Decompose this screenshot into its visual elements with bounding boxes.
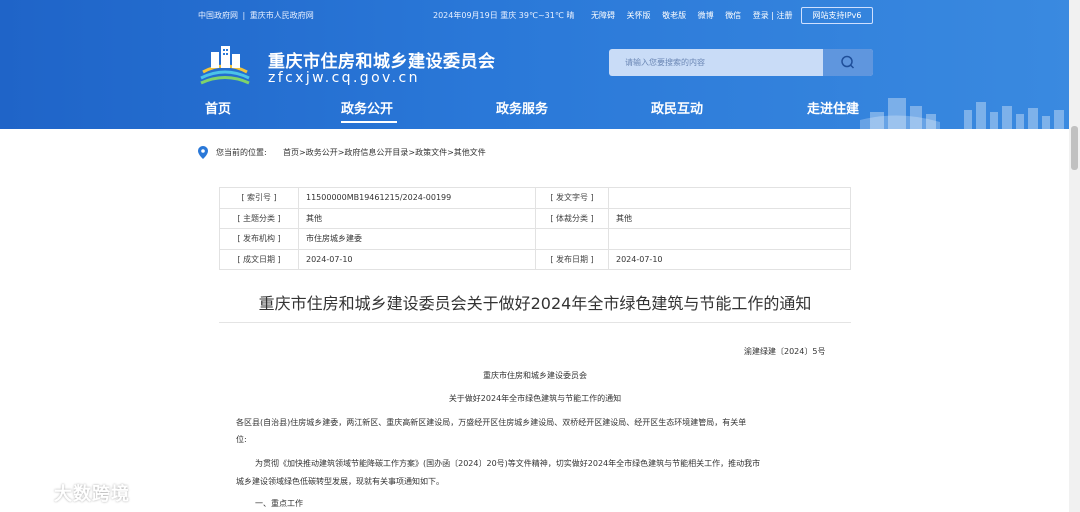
nav-item-home[interactable]: 首页	[205, 98, 231, 117]
meta-value: 11500000MB19461215/2024-00199	[298, 187, 536, 209]
article-title: 重庆市住房和城乡建设委员会关于做好2024年全市绿色建筑与节能工作的通知	[258, 294, 812, 313]
search-input[interactable]	[609, 49, 823, 76]
gov-link-chongqing[interactable]: 重庆市人民政府网	[250, 11, 314, 20]
city-skyline-decoration	[860, 98, 1064, 129]
gov-link-china[interactable]: 中国政府网	[198, 11, 238, 20]
breadcrumb-label: 您当前的位置:	[216, 148, 267, 157]
search-box	[609, 49, 873, 76]
scrollbar-thumb[interactable]	[1071, 126, 1078, 170]
article-subtitle: 关于做好2024年全市绿色建筑与节能工作的通知	[448, 394, 622, 403]
wechat-link[interactable]: 微信	[725, 11, 741, 20]
section-heading: 一、重点工作	[255, 499, 303, 508]
meta-key	[535, 228, 609, 250]
nav-item-gov-affairs-open[interactable]: 政务公开	[341, 98, 393, 117]
issuing-organization: 重庆市住房和城乡建设委员会	[483, 371, 587, 380]
nav-item-gov-services[interactable]: 政务服务	[496, 98, 548, 117]
table-row: [ 成文日期 ] 2024-07-10 [ 发布日期 ] 2024-07-10	[219, 248, 851, 270]
meta-key: [ 发布日期 ]	[535, 248, 609, 270]
addressee-line: 位:	[236, 435, 247, 444]
title-divider	[219, 322, 851, 323]
meta-value	[608, 187, 851, 209]
meta-value: 其他	[298, 207, 536, 229]
meta-value	[608, 228, 851, 250]
body-paragraph-line: 为贯彻《加快推动建筑领域节能降碳工作方案》(国办函〔2024〕20号)等文件精神…	[255, 459, 761, 468]
watermark-text: 大数跨境	[54, 484, 130, 505]
top-links: 无障碍 关怀版 敬老版 微博 微信 登录 | 注册	[591, 10, 802, 21]
meta-value: 市住房城乡建委	[298, 228, 536, 250]
site-title[interactable]: 重庆市住房和城乡建设委员会	[268, 47, 496, 72]
meta-value: 2024-07-10	[298, 248, 536, 270]
gov-links: 中国政府网 | 重庆市人民政府网	[198, 10, 316, 21]
location-pin-icon	[198, 146, 208, 159]
elderly-mode-link[interactable]: 敬老版	[662, 11, 686, 20]
meta-key: [ 主题分类 ]	[219, 207, 299, 229]
meta-value: 其他	[608, 207, 851, 229]
care-mode-link[interactable]: 关怀版	[627, 11, 651, 20]
document-meta-table: [ 索引号 ] 11500000MB19461215/2024-00199 [ …	[219, 187, 851, 270]
nav-item-about[interactable]: 走进住建	[807, 98, 859, 117]
table-row: [ 发布机构 ] 市住房城乡建委	[219, 228, 851, 250]
weibo-link[interactable]: 微博	[698, 11, 714, 20]
page-root: 中国政府网 | 重庆市人民政府网 2024年09月19日 重庆 39℃~31℃ …	[0, 0, 1080, 512]
ipv6-badge[interactable]: 网站支持IPv6	[801, 7, 873, 24]
meta-key: [ 发文字号 ]	[535, 187, 609, 209]
site-url: zfcxjw.cq.gov.cn	[268, 70, 420, 86]
meta-key: [ 体裁分类 ]	[535, 207, 609, 229]
document-number: 渝建绿建〔2024〕5号	[744, 347, 826, 356]
nav-active-indicator	[341, 121, 397, 123]
meta-key: [ 发布机构 ]	[219, 228, 299, 250]
watermark: 大数跨境	[8, 474, 148, 508]
meta-key: [ 索引号 ]	[219, 187, 299, 209]
login-register-link[interactable]: 登录 | 注册	[753, 11, 793, 20]
meta-value: 2024-07-10	[608, 248, 851, 270]
search-icon	[841, 55, 855, 69]
breadcrumb-path[interactable]: 首页>政务公开>政府信息公开目录>政策文件>其他文件	[283, 147, 486, 158]
date-weather: 2024年09月19日 重庆 39℃~31℃ 晴	[433, 11, 575, 20]
table-row: [ 主题分类 ] 其他 [ 体裁分类 ] 其他	[219, 207, 851, 229]
body-paragraph-line: 城乡建设领域绿色低碳转型发展，现就有关事项通知如下。	[236, 477, 444, 486]
search-button[interactable]	[823, 49, 873, 76]
site-header: 中国政府网 | 重庆市人民政府网 2024年09月19日 重庆 39℃~31℃ …	[0, 0, 1080, 129]
watermark-logo-icon	[10, 480, 46, 503]
site-logo-icon[interactable]	[197, 42, 253, 86]
page-scrollbar[interactable]	[1069, 0, 1080, 512]
table-row: [ 索引号 ] 11500000MB19461215/2024-00199 [ …	[219, 187, 851, 209]
accessibility-link[interactable]: 无障碍	[591, 11, 615, 20]
meta-key: [ 成文日期 ]	[219, 248, 299, 270]
addressee-line: 各区县(自治县)住房城乡建委，两江新区、重庆高新区建设局，万盛经开区住房城乡建设…	[236, 418, 747, 427]
gov-link-sep: |	[242, 11, 246, 20]
nav-item-interaction[interactable]: 政民互动	[651, 98, 703, 117]
top-bar: 中国政府网 | 重庆市人民政府网 2024年09月19日 重庆 39℃~31℃ …	[0, 0, 1080, 32]
